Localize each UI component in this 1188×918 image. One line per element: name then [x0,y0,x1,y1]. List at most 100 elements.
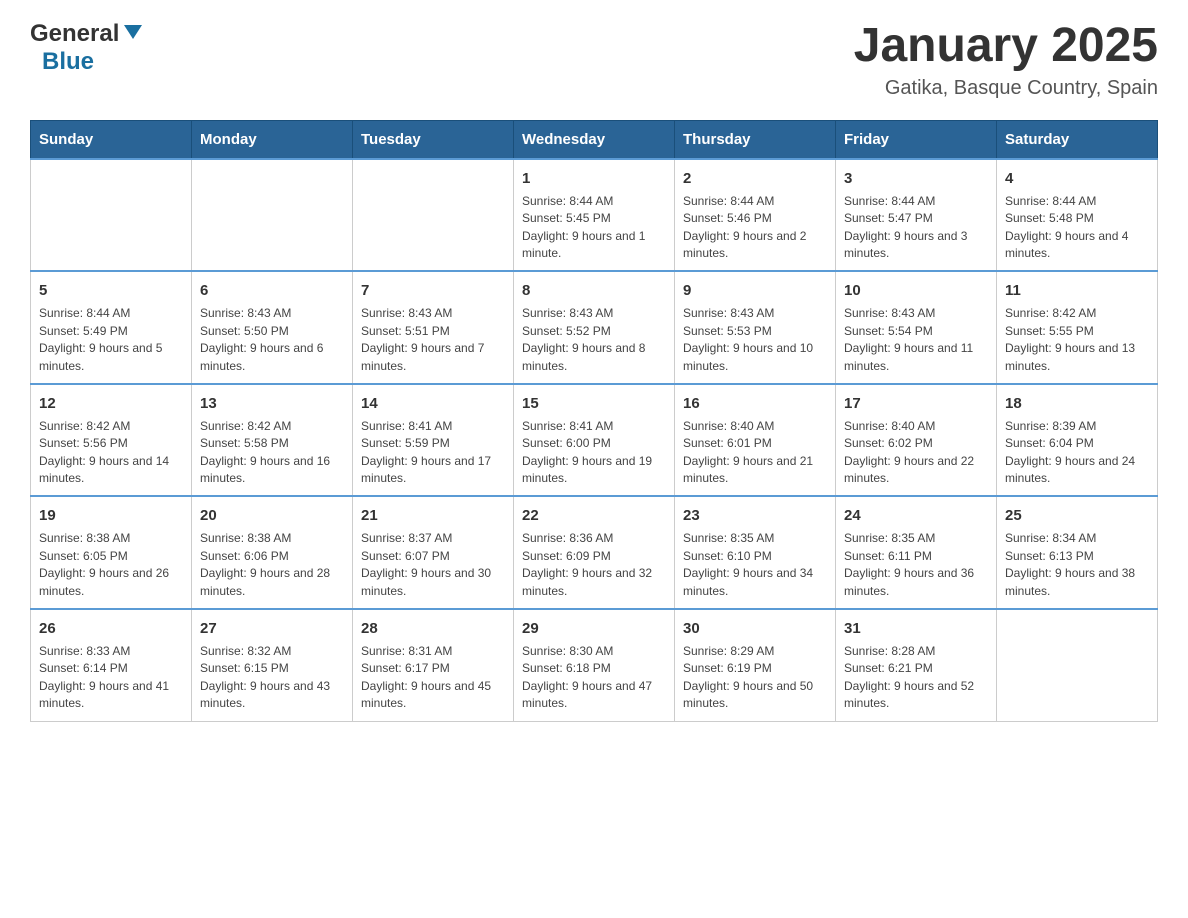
calendar-cell: 29 Sunrise: 8:30 AM Sunset: 6:18 PM Dayli… [514,609,675,721]
logo-general-text: General [30,20,119,48]
day-number: 13 [200,393,344,414]
day-info: Sunrise: 8:38 AM Sunset: 6:06 PM Dayligh… [200,530,344,600]
day-number: 7 [361,280,505,301]
calendar-week-row: 12 Sunrise: 8:42 AM Sunset: 5:56 PM Dayli… [31,384,1158,497]
day-number: 30 [683,618,827,639]
calendar-cell: 10Sunrise: 8:43 AM Sunset: 5:54 PM Dayli… [836,271,997,384]
calendar-table: SundayMondayTuesdayWednesdayThursdayFrid… [30,120,1158,722]
day-number: 17 [844,393,988,414]
day-number: 24 [844,505,988,526]
calendar-week-row: 19Sunrise: 8:38 AM Sunset: 6:05 PM Dayli… [31,496,1158,609]
day-info: Sunrise: 8:32 AM Sunset: 6:15 PM Dayligh… [200,643,344,713]
title-section: January 2025 Gatika, Basque Country, Spa… [854,20,1158,100]
day-info: Sunrise: 8:44 AM Sunset: 5:48 PM Dayligh… [1005,193,1149,263]
day-info: Sunrise: 8:42 AM Sunset: 5:58 PM Dayligh… [200,418,344,488]
calendar-week-row: 5 Sunrise: 8:44 AM Sunset: 5:49 PM Daylig… [31,271,1158,384]
calendar-cell: 24Sunrise: 8:35 AM Sunset: 6:11 PM Dayli… [836,496,997,609]
day-info: Sunrise: 8:33 AM Sunset: 6:14 PM Dayligh… [39,643,183,713]
day-info: Sunrise: 8:40 AM Sunset: 6:02 PM Dayligh… [844,418,988,488]
calendar-cell: 16 Sunrise: 8:40 AM Sunset: 6:01 PM Dayli… [675,384,836,497]
calendar-cell: 7 Sunrise: 8:43 AM Sunset: 5:51 PM Daylig… [353,271,514,384]
day-info: Sunrise: 8:44 AM Sunset: 5:49 PM Dayligh… [39,305,183,375]
day-number: 25 [1005,505,1149,526]
page-header: General Blue January 2025 Gatika, Basque… [30,20,1158,100]
day-info: Sunrise: 8:37 AM Sunset: 6:07 PM Dayligh… [361,530,505,600]
calendar-cell: 6 Sunrise: 8:43 AM Sunset: 5:50 PM Daylig… [192,271,353,384]
logo: General Blue [30,20,144,76]
day-number: 9 [683,280,827,301]
day-number: 16 [683,393,827,414]
day-info: Sunrise: 8:44 AM Sunset: 5:47 PM Dayligh… [844,193,988,263]
calendar-cell: 13 Sunrise: 8:42 AM Sunset: 5:58 PM Dayli… [192,384,353,497]
calendar-cell: 12 Sunrise: 8:42 AM Sunset: 5:56 PM Dayli… [31,384,192,497]
day-info: Sunrise: 8:43 AM Sunset: 5:50 PM Dayligh… [200,305,344,375]
day-info: Sunrise: 8:39 AM Sunset: 6:04 PM Dayligh… [1005,418,1149,488]
day-number: 14 [361,393,505,414]
day-info: Sunrise: 8:44 AM Sunset: 5:46 PM Dayligh… [683,193,827,263]
calendar-day-header: Monday [192,120,353,159]
day-number: 1 [522,168,666,189]
day-number: 5 [39,280,183,301]
calendar-header-row: SundayMondayTuesdayWednesdayThursdayFrid… [31,120,1158,159]
calendar-cell: 23Sunrise: 8:35 AM Sunset: 6:10 PM Dayli… [675,496,836,609]
calendar-day-header: Tuesday [353,120,514,159]
calendar-cell: 20 Sunrise: 8:38 AM Sunset: 6:06 PM Dayli… [192,496,353,609]
day-info: Sunrise: 8:43 AM Sunset: 5:54 PM Dayligh… [844,305,988,375]
logo-arrow-icon [122,21,144,48]
calendar-cell: 27Sunrise: 8:32 AM Sunset: 6:15 PM Dayli… [192,609,353,721]
month-title: January 2025 [854,20,1158,73]
calendar-cell [31,159,192,272]
calendar-week-row: 26 Sunrise: 8:33 AM Sunset: 6:14 PM Dayli… [31,609,1158,721]
day-info: Sunrise: 8:43 AM Sunset: 5:51 PM Dayligh… [361,305,505,375]
day-number: 2 [683,168,827,189]
day-info: Sunrise: 8:41 AM Sunset: 5:59 PM Dayligh… [361,418,505,488]
calendar-cell: 19Sunrise: 8:38 AM Sunset: 6:05 PM Dayli… [31,496,192,609]
calendar-day-header: Wednesday [514,120,675,159]
day-number: 4 [1005,168,1149,189]
day-number: 26 [39,618,183,639]
day-info: Sunrise: 8:30 AM Sunset: 6:18 PM Dayligh… [522,643,666,713]
day-info: Sunrise: 8:36 AM Sunset: 6:09 PM Dayligh… [522,530,666,600]
day-number: 20 [200,505,344,526]
location: Gatika, Basque Country, Spain [854,77,1158,100]
day-number: 15 [522,393,666,414]
calendar-cell: 28 Sunrise: 8:31 AM Sunset: 6:17 PM Dayli… [353,609,514,721]
calendar-cell: 26 Sunrise: 8:33 AM Sunset: 6:14 PM Dayli… [31,609,192,721]
calendar-cell: 9Sunrise: 8:43 AM Sunset: 5:53 PM Daylig… [675,271,836,384]
day-info: Sunrise: 8:40 AM Sunset: 6:01 PM Dayligh… [683,418,827,488]
calendar-cell: 31Sunrise: 8:28 AM Sunset: 6:21 PM Dayli… [836,609,997,721]
calendar-cell: 22 Sunrise: 8:36 AM Sunset: 6:09 PM Dayli… [514,496,675,609]
calendar-cell: 8 Sunrise: 8:43 AM Sunset: 5:52 PM Daylig… [514,271,675,384]
day-number: 28 [361,618,505,639]
day-info: Sunrise: 8:34 AM Sunset: 6:13 PM Dayligh… [1005,530,1149,600]
day-number: 22 [522,505,666,526]
day-info: Sunrise: 8:42 AM Sunset: 5:56 PM Dayligh… [39,418,183,488]
day-info: Sunrise: 8:29 AM Sunset: 6:19 PM Dayligh… [683,643,827,713]
calendar-day-header: Friday [836,120,997,159]
day-number: 29 [522,618,666,639]
day-info: Sunrise: 8:42 AM Sunset: 5:55 PM Dayligh… [1005,305,1149,375]
day-number: 3 [844,168,988,189]
calendar-cell: 18 Sunrise: 8:39 AM Sunset: 6:04 PM Dayli… [997,384,1158,497]
day-number: 12 [39,393,183,414]
calendar-week-row: 1Sunrise: 8:44 AM Sunset: 5:45 PM Daylig… [31,159,1158,272]
calendar-day-header: Thursday [675,120,836,159]
calendar-cell [192,159,353,272]
day-number: 23 [683,505,827,526]
calendar-cell: 17 Sunrise: 8:40 AM Sunset: 6:02 PM Dayli… [836,384,997,497]
logo-blue-text: Blue [42,48,94,76]
day-info: Sunrise: 8:41 AM Sunset: 6:00 PM Dayligh… [522,418,666,488]
calendar-cell: 5 Sunrise: 8:44 AM Sunset: 5:49 PM Daylig… [31,271,192,384]
day-info: Sunrise: 8:31 AM Sunset: 6:17 PM Dayligh… [361,643,505,713]
calendar-cell: 3 Sunrise: 8:44 AM Sunset: 5:47 PM Daylig… [836,159,997,272]
calendar-cell: 21Sunrise: 8:37 AM Sunset: 6:07 PM Dayli… [353,496,514,609]
calendar-cell: 14 Sunrise: 8:41 AM Sunset: 5:59 PM Dayli… [353,384,514,497]
calendar-day-header: Sunday [31,120,192,159]
calendar-cell [353,159,514,272]
day-number: 11 [1005,280,1149,301]
day-info: Sunrise: 8:43 AM Sunset: 5:52 PM Dayligh… [522,305,666,375]
calendar-cell: 30 Sunrise: 8:29 AM Sunset: 6:19 PM Dayli… [675,609,836,721]
day-number: 18 [1005,393,1149,414]
day-number: 6 [200,280,344,301]
day-number: 8 [522,280,666,301]
